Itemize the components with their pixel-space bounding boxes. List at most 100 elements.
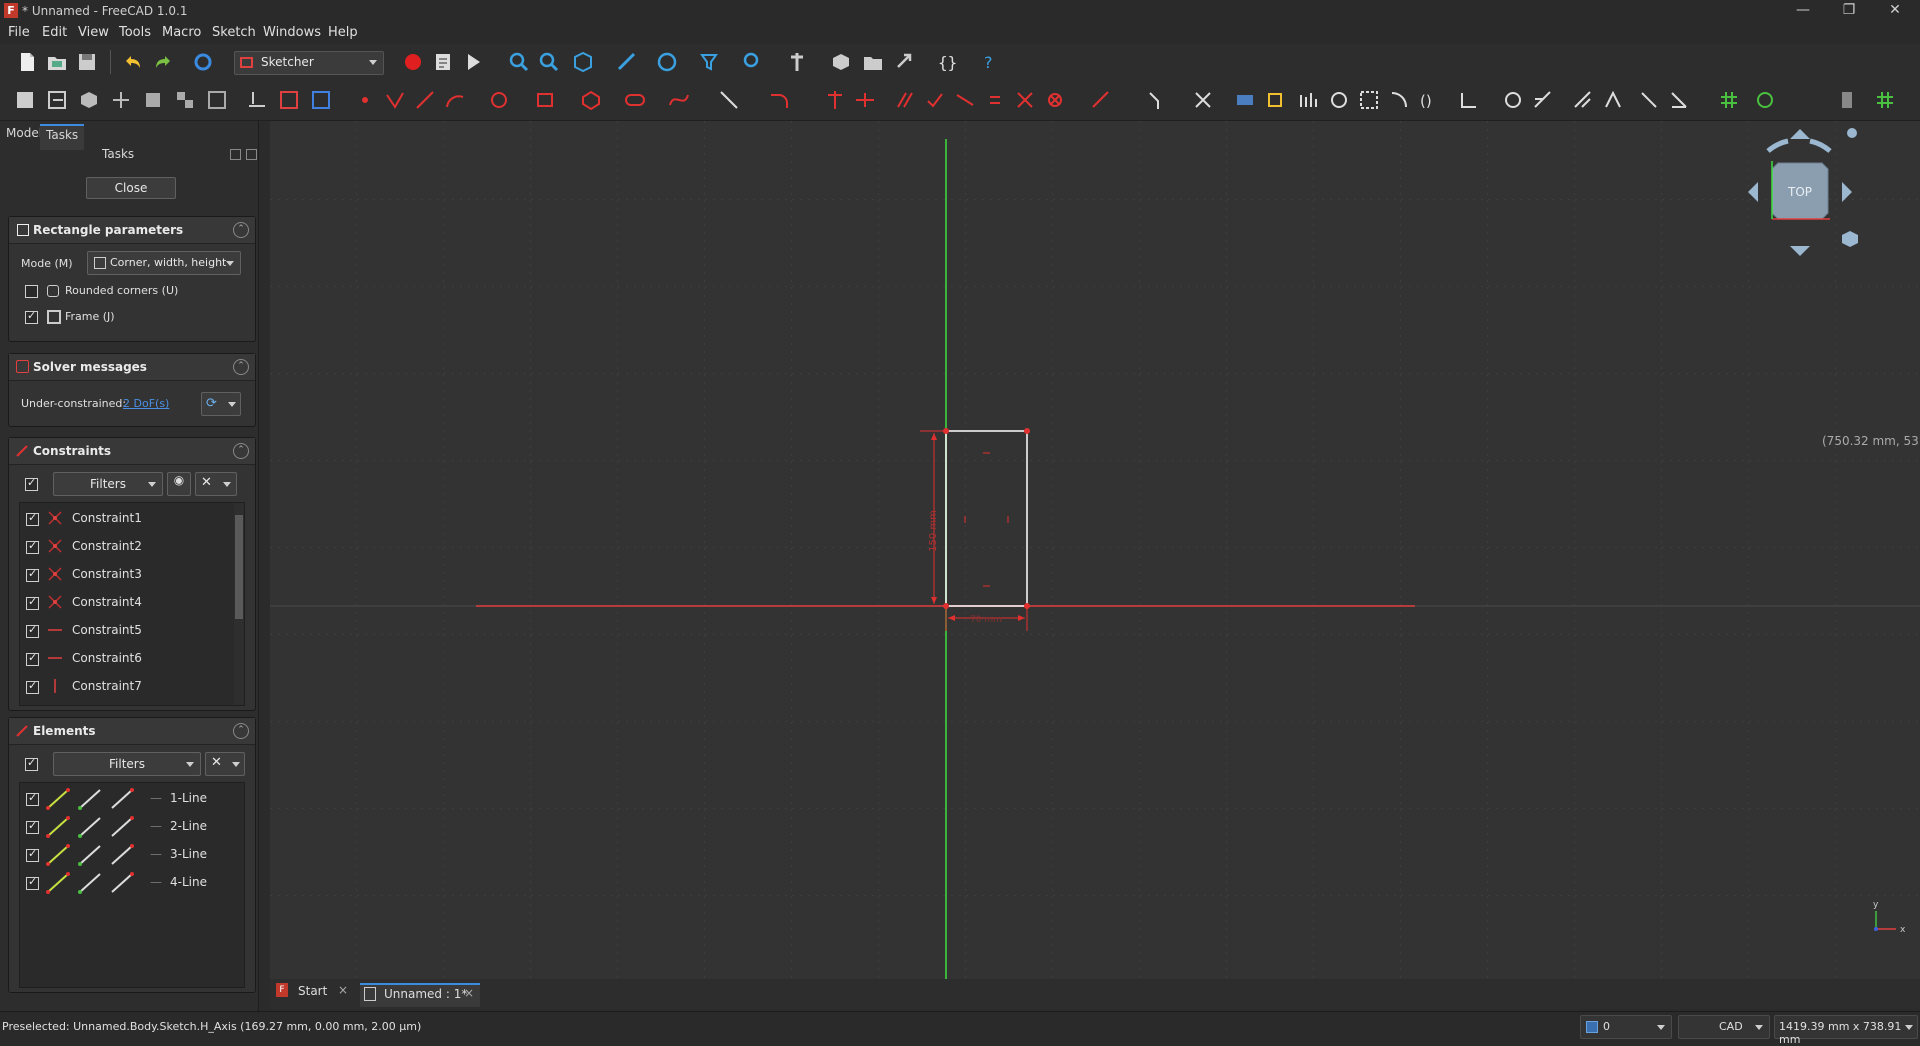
clone-tool-icon[interactable] [1326,87,1352,113]
3d-viewport[interactable]: 150 mm 70 mm TOP (750.32 mm, 53. y x [270,121,1920,979]
tab-tasks[interactable]: Tasks [40,124,85,150]
fit-selection-icon[interactable] [536,49,562,75]
elements-filter-button[interactable]: Filters [53,752,201,776]
reorient-sketch-icon[interactable] [276,87,302,113]
constraint-checkbox[interactable] [26,595,39,610]
solver-messages-header[interactable]: Solver messages ⌃ [9,354,255,381]
menu-windows[interactable]: Windows [263,25,321,40]
menu-edit[interactable]: Edit [42,25,67,40]
perpendicular-constraint-icon[interactable] [922,87,948,113]
whats-this-icon[interactable]: ? [978,49,1004,75]
mode-select[interactable]: Corner, width, height [87,251,241,275]
select-redundant-icon[interactable] [1636,87,1662,113]
variables-icon[interactable]: {} [934,49,960,75]
new-document-icon[interactable] [14,49,40,75]
layer-selector[interactable]: 0 [1580,1015,1672,1039]
fit-all-icon[interactable] [506,49,532,75]
vertical-dimension-label[interactable]: 150 mm [928,510,939,552]
constraint-checkbox[interactable] [26,511,39,526]
constraints-filter-button[interactable]: Filters [53,472,163,496]
external-geometry-icon[interactable] [308,87,334,113]
horizontal-dimension-label[interactable]: 70 mm [970,615,1002,625]
view-sketch-icon[interactable] [76,87,102,113]
element-row[interactable]: — 1-Line [20,787,242,811]
toggle-active-icon[interactable] [1190,87,1216,113]
float-panel-icon[interactable] [230,149,241,160]
measure-icon[interactable] [614,49,640,75]
axis-cross-icon[interactable] [784,49,810,75]
collapse-icon[interactable]: ⌃ [233,359,249,375]
circle-tool-icon[interactable] [486,87,512,113]
grid-toggle-icon[interactable] [1716,87,1742,113]
show-hide-geometry-icon[interactable] [1500,87,1526,113]
constraints-scrollbar[interactable] [234,503,244,705]
constraint-checkbox[interactable] [26,567,39,582]
extend-tool-icon[interactable] [1262,87,1288,113]
select-conflicting-icon[interactable] [1666,87,1692,113]
polyline-tool-icon[interactable] [382,87,408,113]
tangent-constraint-icon[interactable] [952,87,978,113]
open-document-icon[interactable] [44,49,70,75]
constraint-checkbox[interactable] [26,679,39,694]
merge-sketches-icon[interactable] [172,87,198,113]
dimension-constraint-icon[interactable] [1088,87,1114,113]
leave-sketch-icon[interactable] [44,87,70,113]
bspline-tool-icon[interactable] [666,87,692,113]
point-tool-icon[interactable] [352,87,378,113]
frame-checkbox[interactable] [25,309,38,324]
isometric-view-icon[interactable] [570,49,596,75]
element-settings-button[interactable]: ✕ [205,752,245,776]
fillet-tool-icon[interactable] [766,87,792,113]
close-panel-icon[interactable] [246,149,257,160]
collapse-icon[interactable]: ⌃ [233,222,249,238]
menu-sketch[interactable]: Sketch [212,25,256,40]
view-section-icon[interactable] [108,87,134,113]
menu-macro[interactable]: Macro [162,25,201,40]
constraint-checkbox[interactable] [26,651,39,666]
folder-icon[interactable] [860,49,886,75]
constraint-row[interactable]: Constraint3 [20,563,232,587]
element-row[interactable]: — 2-Line [20,815,242,839]
offset-tool-icon[interactable] [1386,87,1412,113]
tab-unnamed[interactable]: Unnamed : 1* × [360,983,480,1007]
element-row[interactable]: — 3-Line [20,843,242,867]
close-tab-icon[interactable]: × [338,983,348,997]
scrollbar-thumb[interactable] [235,515,243,619]
mirror-sketch-icon[interactable] [204,87,230,113]
show-constraints-button[interactable]: ◉ [167,472,191,496]
polygon-tool-icon[interactable] [578,87,604,113]
constraints-header[interactable]: Constraints ⌃ [9,438,255,465]
elements-header[interactable]: Elements ⌃ [9,718,255,745]
constraint-row[interactable]: Constraint1 [20,507,232,531]
element-checkbox[interactable] [26,819,39,834]
toolbar-overflow-icon[interactable] [1836,87,1862,113]
redo-icon[interactable] [150,49,176,75]
draw-style-icon[interactable] [654,49,680,75]
bspline-degree-icon[interactable] [1296,87,1322,113]
constraint-row[interactable]: Constraint5 [20,619,232,643]
restore-button[interactable]: ❐ [1826,0,1872,22]
collapse-icon[interactable]: ⌃ [233,443,249,459]
constraints-select-all-checkbox[interactable] [25,476,38,491]
scale-tool-icon[interactable] [1456,87,1482,113]
close-task-button[interactable]: Close [86,177,176,199]
slot-tool-icon[interactable] [622,87,648,113]
constraint-row[interactable]: Constraint7 [20,675,232,699]
link-icon[interactable] [892,49,918,75]
construction-mode-icon[interactable] [716,87,742,113]
trim-tool-icon[interactable] [1232,87,1258,113]
block-constraint-icon[interactable] [1042,87,1068,113]
menu-file[interactable]: File [8,25,30,40]
macro-edit-icon[interactable] [430,49,456,75]
constraint-row[interactable]: Constraint2 [20,535,232,559]
constraint-checkbox[interactable] [26,623,39,638]
rectangle-tool-icon[interactable] [532,87,558,113]
arc-tool-icon[interactable] [442,87,468,113]
constraint-row[interactable]: Constraint6 [20,647,232,671]
select-constraints-icon[interactable] [1530,87,1556,113]
constraint-row[interactable]: Constraint4 [20,591,232,615]
minimize-button[interactable]: — [1780,0,1826,22]
symmetric-constraint-icon[interactable] [1012,87,1038,113]
save-icon[interactable] [74,49,100,75]
symmetry-tool-icon[interactable]: () [1416,87,1442,113]
